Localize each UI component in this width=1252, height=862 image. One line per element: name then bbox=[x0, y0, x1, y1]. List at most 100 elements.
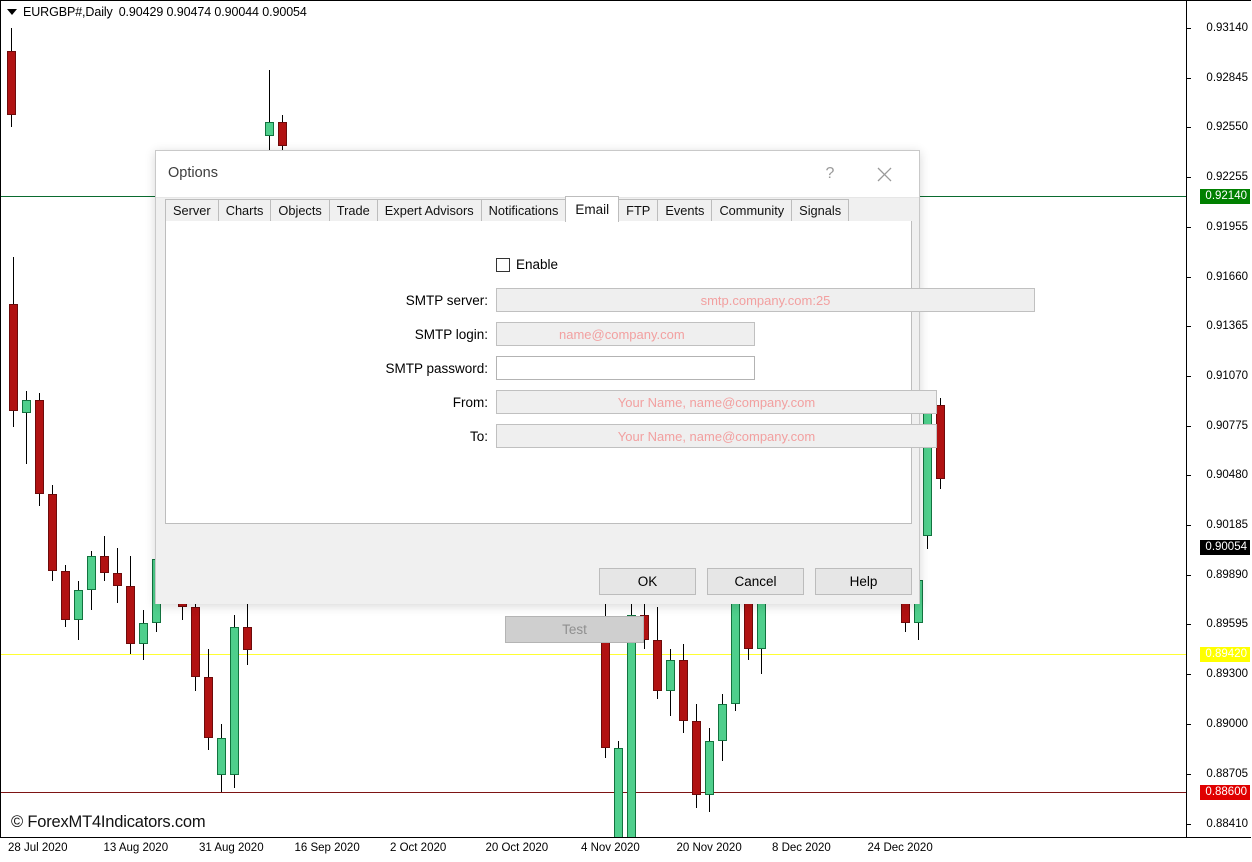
price-tick-mark bbox=[1187, 724, 1191, 725]
tab-charts[interactable]: Charts bbox=[218, 199, 272, 221]
candle-body-up bbox=[22, 400, 31, 413]
price-highlight-label-black: 0.90054 bbox=[1200, 540, 1250, 555]
field-input-smtp-password[interactable] bbox=[496, 356, 755, 380]
candle-body-up bbox=[666, 660, 675, 690]
price-tick-label: 0.93140 bbox=[1206, 22, 1248, 35]
price-tick-mark bbox=[1187, 78, 1191, 79]
close-icon[interactable] bbox=[867, 159, 901, 189]
candle-body-down bbox=[692, 721, 701, 795]
candle-body-down bbox=[653, 640, 662, 690]
ohlc-values: 0.90429 0.90474 0.90044 0.90054 bbox=[119, 5, 307, 19]
price-level-line-red[interactable] bbox=[1, 792, 1186, 793]
date-tick-label: 20 Nov 2020 bbox=[677, 842, 742, 854]
price-tick-label: 0.91365 bbox=[1206, 320, 1248, 333]
price-tick-label: 0.91070 bbox=[1206, 370, 1248, 383]
price-tick-mark bbox=[1187, 177, 1191, 178]
candle-body-down bbox=[936, 405, 945, 479]
price-tick-label: 0.90185 bbox=[1206, 519, 1248, 532]
cancel-button[interactable]: Cancel bbox=[707, 568, 804, 595]
dialog-footer: OK Cancel Help bbox=[156, 554, 919, 604]
candle-body-down bbox=[113, 573, 122, 586]
dialog-tabstrip[interactable]: ServerChartsObjectsTradeExpert AdvisorsN… bbox=[165, 198, 912, 222]
date-tick-label: 13 Aug 2020 bbox=[104, 842, 169, 854]
price-tick-mark bbox=[1187, 824, 1191, 825]
field-input-from[interactable]: Your Name, name@company.com bbox=[496, 390, 937, 414]
price-tick-label: 0.89300 bbox=[1206, 668, 1248, 681]
tab-email[interactable]: Email bbox=[565, 196, 619, 222]
field-input-to[interactable]: Your Name, name@company.com bbox=[496, 424, 937, 448]
field-input-smtp-login[interactable]: name@company.com bbox=[496, 322, 755, 346]
candle-body-down bbox=[35, 400, 44, 494]
price-highlight-label-red: 0.88600 bbox=[1200, 785, 1250, 800]
ok-button[interactable]: OK bbox=[599, 568, 696, 595]
price-axis[interactable]: 0.931400.928450.925500.922550.919550.916… bbox=[1186, 1, 1251, 837]
price-tick-label: 0.92845 bbox=[1206, 72, 1248, 85]
price-tick-label: 0.89595 bbox=[1206, 618, 1248, 631]
dialog-title: Options bbox=[168, 165, 218, 181]
candle-body-down bbox=[61, 571, 70, 620]
field-label: To: bbox=[156, 429, 496, 444]
dialog-titlebar[interactable]: Options ? bbox=[156, 151, 919, 198]
price-tick-label: 0.88410 bbox=[1206, 818, 1248, 831]
price-level-line-yellow[interactable] bbox=[1, 654, 1186, 655]
candle-body-down bbox=[278, 122, 287, 146]
test-button[interactable]: Test bbox=[505, 616, 644, 643]
tab-objects[interactable]: Objects bbox=[270, 199, 329, 221]
field-label: SMTP password: bbox=[156, 361, 496, 376]
tab-server[interactable]: Server bbox=[165, 199, 219, 221]
price-tick-label: 0.92255 bbox=[1206, 171, 1248, 184]
price-tick-mark bbox=[1187, 624, 1191, 625]
price-tick-label: 0.90480 bbox=[1206, 469, 1248, 482]
chart-watermark: © ForexMT4Indicators.com bbox=[11, 813, 205, 832]
field-label: SMTP server: bbox=[156, 293, 496, 308]
candle-body-up bbox=[74, 590, 83, 620]
date-tick-label: 16 Sep 2020 bbox=[295, 842, 360, 854]
price-tick-mark bbox=[1187, 127, 1191, 128]
price-highlight-label-yellow: 0.89420 bbox=[1200, 647, 1250, 662]
triangle-down-icon[interactable] bbox=[7, 9, 17, 15]
date-tick-label: 8 Dec 2020 bbox=[772, 842, 831, 854]
candle-body-up bbox=[705, 741, 714, 795]
mt4-chart-window: 0.931400.928450.925500.922550.919550.916… bbox=[0, 0, 1252, 862]
help-button[interactable]: Help bbox=[815, 568, 912, 595]
form-row: SMTP server:smtp.company.com:25 bbox=[156, 288, 1035, 312]
candle-body-down bbox=[679, 660, 688, 721]
price-tick-mark bbox=[1187, 575, 1191, 576]
enable-checkbox[interactable] bbox=[496, 258, 510, 272]
tab-notifications[interactable]: Notifications bbox=[481, 199, 567, 221]
price-tick-label: 0.92550 bbox=[1206, 121, 1248, 134]
price-tick-mark bbox=[1187, 227, 1191, 228]
candle-body-down bbox=[100, 556, 109, 573]
price-tick-label: 0.89890 bbox=[1206, 569, 1248, 582]
date-axis[interactable]: 28 Jul 202013 Aug 202031 Aug 202016 Sep … bbox=[0, 839, 1251, 862]
tab-expert-advisors[interactable]: Expert Advisors bbox=[377, 199, 482, 221]
options-dialog: Options ? ServerChartsObjectsTradeExpert… bbox=[155, 150, 920, 604]
tab-events[interactable]: Events bbox=[657, 199, 712, 221]
date-tick-label: 2 Oct 2020 bbox=[390, 842, 446, 854]
date-tick-label: 24 Dec 2020 bbox=[868, 842, 933, 854]
candle-body-down bbox=[9, 304, 18, 412]
field-label: SMTP login: bbox=[156, 327, 496, 342]
candle-body-up bbox=[217, 738, 226, 775]
candle-body-up bbox=[731, 593, 740, 704]
tab-ftp[interactable]: FTP bbox=[618, 199, 658, 221]
price-tick-label: 0.91955 bbox=[1206, 221, 1248, 234]
candle-body-down bbox=[204, 677, 213, 738]
symbol-label: EURGBP#,Daily bbox=[23, 5, 113, 19]
price-tick-mark bbox=[1187, 277, 1191, 278]
form-row: SMTP password: bbox=[156, 356, 755, 380]
question-mark-icon[interactable]: ? bbox=[813, 159, 847, 189]
tab-community[interactable]: Community bbox=[711, 199, 792, 221]
date-tick-label: 4 Nov 2020 bbox=[581, 842, 640, 854]
field-input-smtp-server[interactable]: smtp.company.com:25 bbox=[496, 288, 1035, 312]
candle-body-up bbox=[265, 122, 274, 135]
candle-body-down bbox=[7, 51, 16, 115]
form-row: From:Your Name, name@company.com bbox=[156, 390, 937, 414]
date-tick-label: 31 Aug 2020 bbox=[199, 842, 264, 854]
price-tick-mark bbox=[1187, 28, 1191, 29]
price-tick-mark bbox=[1187, 525, 1191, 526]
tab-trade[interactable]: Trade bbox=[329, 199, 378, 221]
enable-row[interactable]: Enable bbox=[496, 257, 558, 272]
tab-signals[interactable]: Signals bbox=[791, 199, 849, 221]
price-tick-label: 0.90775 bbox=[1206, 420, 1248, 433]
